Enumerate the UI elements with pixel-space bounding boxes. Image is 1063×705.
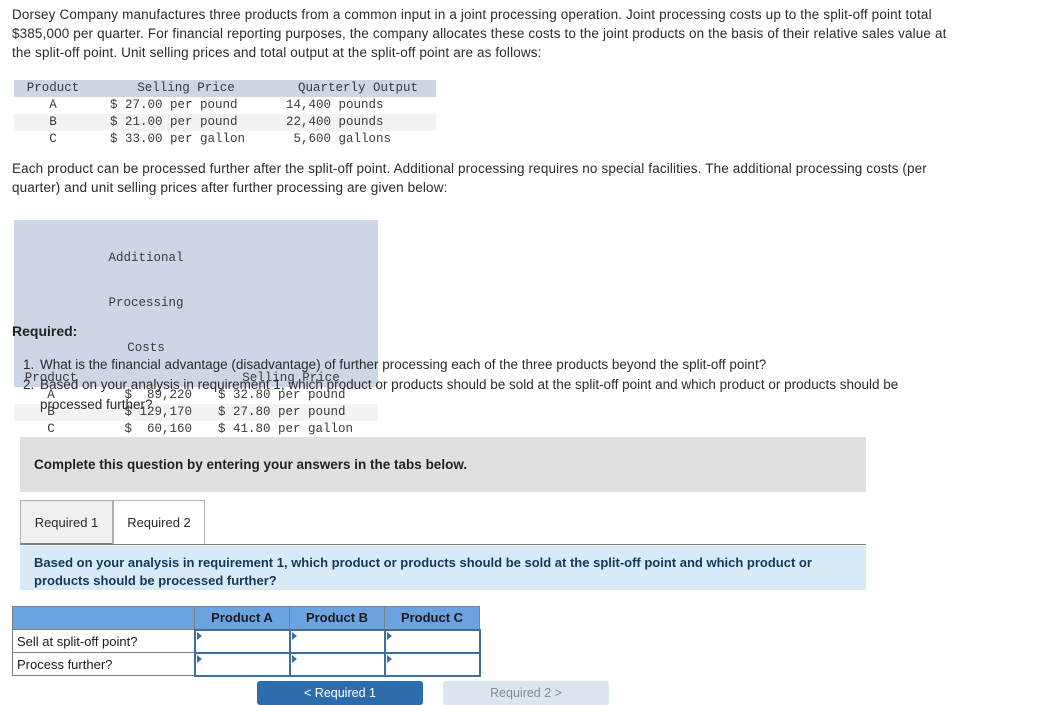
cell-selling-price: $ 21.00 per pound	[110, 115, 238, 129]
answer-table-corner-cell	[12, 606, 195, 630]
instruction-banner-text: Complete this question by entering your …	[34, 457, 468, 472]
cell-selling-price: $ 41.80 per gallon	[218, 422, 354, 436]
cell-additional-processing-cost: $ 60,160	[124, 422, 192, 436]
cell-selling-price: $ 33.00 per gallon	[110, 132, 246, 146]
column-header-quarterly-output: Quarterly Output	[297, 81, 419, 95]
answer-table-row-process-further: Process further?	[12, 651, 481, 677]
answer-column-header-product-b: Product B	[289, 606, 385, 630]
column-header-selling-price: Selling Price	[137, 81, 235, 95]
previous-requirement-button[interactable]: < Required 1	[257, 681, 423, 705]
tab-strip-underline	[20, 544, 866, 545]
instruction-banner: Complete this question by entering your …	[20, 437, 866, 492]
answer-table: Product A Product B Product C Sell at sp…	[12, 606, 481, 677]
answer-table-header-row: Product A Product B Product C	[12, 606, 480, 630]
tab-required-2[interactable]: Required 2	[113, 500, 205, 544]
column-header-product: Product	[26, 81, 80, 95]
answer-select-process-product-b[interactable]	[288, 651, 386, 677]
answer-select-sell-product-a[interactable]	[193, 628, 291, 654]
header-line-additional: Additional	[108, 251, 184, 265]
cell-product: C	[47, 422, 55, 436]
answer-column-header-product-c: Product C	[384, 606, 480, 630]
cell-quarterly-output: 14,400 pounds	[286, 98, 384, 112]
tab-strip: Required 1 Required 2	[20, 500, 866, 545]
cell-quarterly-output: 22,400 pounds	[286, 115, 384, 129]
answer-row-label-process-further: Process further?	[12, 652, 195, 676]
required-heading: Required:	[12, 323, 78, 339]
intro-paragraph: Dorsey Company manufactures three produc…	[12, 7, 947, 60]
dropdown-marker-icon	[386, 654, 392, 663]
dropdown-marker-icon	[386, 631, 392, 640]
header-line-costs: Costs	[127, 341, 165, 355]
table-row: C $ 60,160 $ 41.80 per gallon	[14, 421, 378, 438]
answer-table-row-sell-at-split-off: Sell at split-off point?	[12, 628, 481, 654]
answer-select-sell-product-b[interactable]	[288, 628, 386, 654]
table-row: A $ 27.00 per pound 14,400 pounds	[14, 97, 436, 114]
requirements-list: What is the financial advantage (disadva…	[12, 355, 958, 415]
requirement-item-1: What is the financial advantage (disadva…	[38, 355, 958, 375]
question-prompt-box: Based on your analysis in requirement 1,…	[20, 546, 866, 590]
cell-product: C	[49, 132, 57, 146]
question-prompt-text: Based on your analysis in requirement 1,…	[34, 555, 812, 588]
dropdown-marker-icon	[196, 654, 202, 663]
answer-row-label-sell-at-split-off: Sell at split-off point?	[12, 629, 195, 653]
dropdown-marker-icon	[196, 631, 202, 640]
table-row: B $ 21.00 per pound 22,400 pounds	[14, 114, 436, 131]
cell-selling-price: $ 27.00 per pound	[110, 98, 238, 112]
answer-select-process-product-a[interactable]	[193, 651, 291, 677]
answer-select-sell-product-c[interactable]	[383, 628, 481, 654]
dropdown-marker-icon	[291, 631, 297, 640]
table-header-row: Product Selling Price Quarterly Output	[14, 80, 436, 97]
dropdown-marker-icon	[291, 654, 297, 663]
requirement-item-2: Based on your analysis in requirement 1,…	[38, 375, 958, 415]
split-off-data-table: Product Selling Price Quarterly Output A…	[14, 80, 436, 148]
next-requirement-button[interactable]: Required 2 >	[443, 681, 609, 705]
tab-required-1-label: Required 1	[34, 514, 99, 530]
tab-required-1[interactable]: Required 1	[20, 500, 113, 544]
header-line-processing: Processing	[108, 296, 184, 310]
further-processing-paragraph: Each product can be processed further af…	[12, 161, 927, 195]
cell-product: A	[49, 98, 57, 112]
cell-quarterly-output: 5,600 gallons	[286, 132, 392, 146]
answer-select-process-product-c[interactable]	[383, 651, 481, 677]
cell-product: B	[49, 115, 57, 129]
table-row: C $ 33.00 per gallon 5,600 gallons	[14, 131, 436, 148]
tab-required-2-label: Required 2	[127, 514, 191, 530]
answer-column-header-product-a: Product A	[194, 606, 290, 630]
